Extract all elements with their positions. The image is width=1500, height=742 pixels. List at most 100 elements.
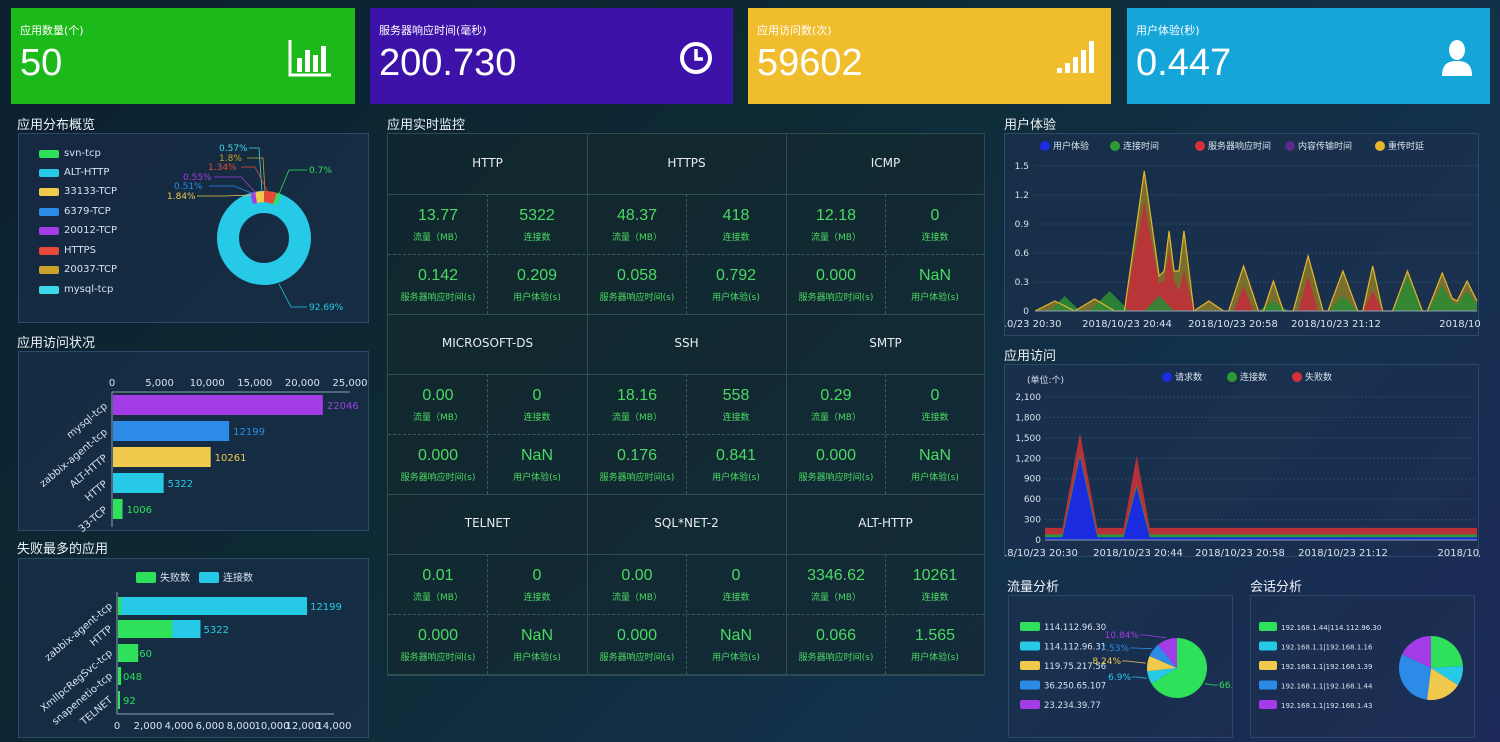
metric-label: 用户体验(s) [712,293,760,303]
x-tick-label: 10,000 [190,378,225,389]
flow-metric: 0.00 流量（MB） [388,387,488,423]
metric-label: 服务器响应时间(s) [599,293,675,303]
unit-label: (单位:个) [1027,374,1064,386]
kpi-title: 应用访问数(次) [757,24,832,37]
legend-swatch [1259,661,1277,670]
legend-label: 服务器响应时间 [1208,140,1271,152]
metric-label: 连接数 [722,413,750,423]
metric-value: 13.77 [417,207,459,224]
flow-metric: 0.00 流量（MB） [587,567,687,603]
area-series [1045,454,1477,540]
x-tick-label: 14,000 [317,721,352,732]
metric-value: NaN [520,627,553,644]
top-failures-chart: 失败数 连接数0 2,000 4,000 6,000 8,000 10,00012,0001… [39,571,352,732]
metric-label: 用户体验(s) [712,473,760,483]
kpi-value: 0.447 [1136,42,1232,84]
connections-metric: 558 连接数 [686,387,786,423]
metric-value: 5322 [519,207,555,224]
user-experience-metric: NaN 用户体验(s) [487,627,587,663]
bar [113,421,230,441]
legend-swatch [1020,661,1040,670]
kpi-value: 200.730 [379,42,517,84]
user-experience-chart: 用户体验 连接时间 服务器响应时间 内容传输时间 重传时延 0 0.3 0.6 0.9 1.2 1.… [1005,140,1480,330]
user-experience-metric: 0.792 用户体验(s) [686,267,786,303]
metric-label: 流量（MB） [612,593,662,603]
slice-label: 0.51% [174,182,203,192]
metric-value: NaN [520,447,553,464]
bar-failures [118,620,173,638]
x-tick-label: 2,000 [134,721,163,732]
legend-label: 连接数 [1240,371,1267,383]
bar-failures [118,691,120,709]
connections-metric: 5322 连接数 [487,207,587,243]
legend-swatch [1285,141,1295,151]
metric-label: 服务器响应时间(s) [400,473,476,483]
metric-value: 0.000 [417,447,459,464]
metric-value: 0.000 [815,447,857,464]
legend-label: 请求数 [1175,371,1202,383]
metric-value: 0.066 [815,627,857,644]
protocol-name: SQL*NET-2 [654,516,719,530]
metric-label: 连接数 [921,593,949,603]
distribution-panel: svn-tcp ALT-HTTP 33133-TCP 6379-TCP 2001… [18,133,369,323]
x-tick-label: 2018/10/23 20:58 [1195,548,1285,558]
bar-value-label: 22046 [327,401,359,412]
slice-label: 92.69% [309,303,344,313]
metric-value: 0.00 [621,567,653,584]
slice-label: 66. [1219,681,1233,691]
user-experience-metric: 1.565 用户体验(s) [885,627,985,663]
user-experience-metric: 0.841 用户体验(s) [686,447,786,483]
slice-label: 7.53% [1100,644,1129,654]
metric-value: 558 [722,387,750,404]
user-experience-metric: 0.209 用户体验(s) [487,267,587,303]
section-title-distribution: 应用分布概览 [17,118,96,133]
area-series [1045,457,1477,540]
protocol-name: TELNET [464,516,511,530]
x-tick-label: 2018/10 [1439,319,1480,330]
traffic-panel: 114.112.96.30 114.112.96.31 119.75.217.56 3… [1008,595,1233,738]
y-tick-label: 1.2 [1015,191,1029,201]
bar-chart-icon [288,40,331,77]
pie-slice [1431,636,1463,668]
bar-value-label: 10261 [215,453,247,464]
flow-metric: 18.16 流量（MB） [587,387,687,423]
metric-value: 0.00 [422,387,454,404]
legend-label: 失败数 [1305,371,1332,383]
access-status-chart: 0 5,000 10,000 15,000 20,000 25,00022046mysql… [38,378,367,532]
metric-value: 10261 [912,567,958,584]
app-access-chart: 请求数 连接数 失败数 (单位:个) 0 300 600 900 1,200 1,500 1,800… [1005,371,1480,558]
legend-label: 114.112.96.30 [1044,623,1106,633]
clock-icon [680,42,712,74]
legend-label: 内容传输时间 [1298,140,1352,152]
section-title-traffic: 流量分析 [1007,580,1060,595]
legend-label: 用户体验 [1053,140,1089,152]
metric-value: 0.29 [820,387,852,404]
y-tick-label: 0 [1035,536,1041,546]
slice-label: 0.57% [219,144,248,154]
session-pie-chart: 192.168.1.44|114.112.96.30 192.168.1.1|19… [1259,622,1463,710]
metric-value: 0.142 [417,267,459,284]
y-tick-label: 1,500 [1015,434,1041,444]
grid-line [388,494,984,495]
legend-label: 23.234.39.77 [1044,701,1101,711]
metric-value: 418 [722,207,750,224]
metric-label: 服务器响应时间(s) [400,653,476,663]
response-time-metric: 0.000 服务器响应时间(s) [587,627,687,663]
kpi-title: 用户体验(秒) [1136,24,1200,37]
user-experience-metric: NaN 用户体验(s) [885,267,985,303]
legend-swatch [1020,680,1040,690]
x-tick-label: 10,000 [255,721,290,732]
legend-label: 192.168.1.1|192.168.1.44 [1281,683,1373,691]
signal-icon [1057,41,1094,73]
metric-value: NaN [918,447,951,464]
bar-value-label: 92 [123,696,136,707]
legend-label: 192.168.1.1|192.168.1.39 [1281,663,1372,671]
connections-metric: 0 连接数 [487,387,587,423]
response-time-metric: 0.000 服务器响应时间(s) [388,627,488,663]
bar-failures [118,667,122,685]
metric-value: 0 [731,567,741,584]
legend-swatch [1259,641,1277,651]
kpi-card-app-count: 应用数量(个) 50 [11,8,355,104]
y-tick-label: 900 [1024,475,1041,485]
y-tick-label: 1,800 [1015,413,1041,423]
